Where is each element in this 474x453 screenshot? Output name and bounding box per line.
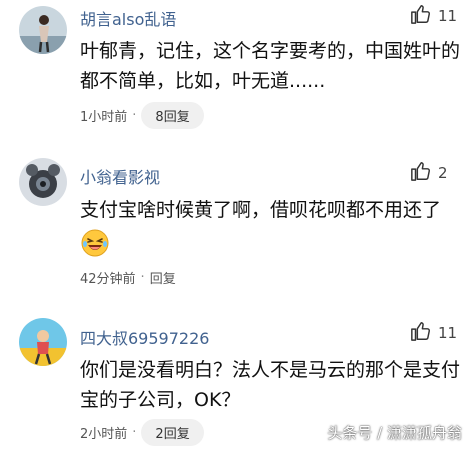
reply-button[interactable]: 8回复 [141, 101, 204, 129]
meta-separator: · [132, 107, 137, 123]
avatar[interactable] [19, 318, 67, 366]
comment-line: 叶郁青，记住，这个名字要考的，中国姓叶的 [80, 40, 461, 62]
comment-text: 叶郁青，记住，这个名字要考的，中国姓叶的 都不简单，比如，叶无道...... [80, 36, 465, 96]
username[interactable]: 四大叔69597226 [80, 325, 209, 349]
thumbs-up-icon [410, 160, 432, 186]
comment-line: 都不简单，比如，叶无道...... [80, 70, 326, 92]
comment-text: 支付宝啥时候黄了啊，借呗花呗都不用还了 [80, 195, 465, 225]
comment-meta: 2小时前 · 2回复 [80, 418, 204, 446]
meta-separator: · [140, 269, 145, 285]
like-count: 2 [438, 164, 448, 182]
comment-meta: 1小时前 · 8回复 [80, 101, 204, 129]
thumbs-up-icon [410, 320, 432, 346]
comment-meta: 42分钟前 · 回复 [80, 263, 176, 291]
comment-line: 宝的子公司，OK？ [80, 389, 241, 411]
like-button[interactable]: 11 [410, 320, 457, 346]
reply-button[interactable]: 2回复 [141, 418, 204, 446]
username[interactable]: 胡言also乱语 [80, 6, 176, 30]
like-count: 11 [438, 324, 458, 342]
like-button[interactable]: 11 [410, 3, 457, 29]
thumbs-up-icon [410, 3, 432, 29]
comment-time: 2小时前 [80, 426, 128, 442]
comment-text: 你们是没看明白？法人不是马云的那个是支付 宝的子公司，OK？ [80, 355, 465, 415]
meta-separator: · [132, 424, 137, 440]
laughing-emoji-icon [80, 228, 110, 258]
comment-line: 你们是没看明白？法人不是马云的那个是支付 [80, 359, 461, 381]
avatar[interactable] [19, 158, 67, 206]
watermark: 头条号 / 潇潇孤舟翁 [327, 424, 462, 442]
comment-line: 支付宝啥时候黄了啊，借呗花呗都不用还了 [80, 199, 442, 221]
username[interactable]: 小翁看影视 [80, 164, 160, 188]
reply-button[interactable]: 回复 [150, 268, 176, 287]
comment-time: 42分钟前 [80, 271, 136, 287]
like-count: 11 [438, 7, 458, 25]
avatar[interactable] [19, 6, 67, 54]
comment-time: 1小时前 [80, 109, 128, 125]
like-button[interactable]: 2 [410, 160, 448, 186]
